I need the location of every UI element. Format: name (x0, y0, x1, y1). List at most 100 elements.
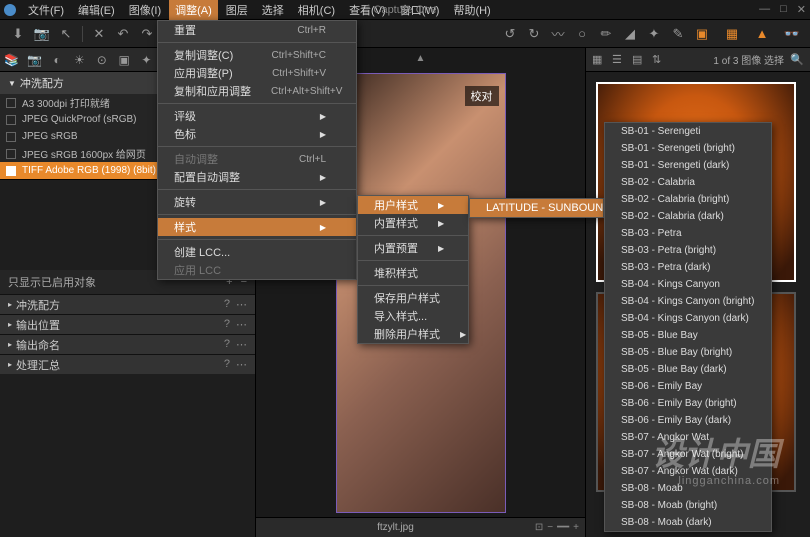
section-output-naming[interactable]: ▸输出命名?⋯ (0, 334, 255, 354)
cursor-icon[interactable]: ↖ (56, 24, 76, 44)
mi-style-preset[interactable]: SB-05 - Blue Bay (bright) (605, 344, 771, 361)
mi-style-preset[interactable]: SB-05 - Blue Bay (605, 327, 771, 344)
section-process-summary[interactable]: ▸处理汇总?⋯ (0, 354, 255, 374)
mi-style-preset[interactable]: SB-03 - Petra (605, 225, 771, 242)
zoom-in-icon[interactable]: + (573, 522, 579, 533)
mi-apply-adj[interactable]: 应用调整(P)Ctrl+Shift+V (158, 64, 356, 82)
viewer-footer: ftzylt.jpg ⊡ − ━━ + (256, 517, 585, 537)
zoom-out-icon[interactable]: − (547, 522, 553, 533)
app-logo-icon (4, 4, 16, 16)
view-list-icon[interactable]: ☰ (612, 53, 626, 67)
mi-create-lcc[interactable]: 创建 LCC... (158, 243, 356, 261)
section-recipe[interactable]: ▸冲洗配方?⋯ (0, 294, 255, 314)
mi-style-preset[interactable]: SB-05 - Blue Bay (dark) (605, 361, 771, 378)
alert-icon[interactable]: ▲ (752, 24, 772, 44)
mi-style-preset[interactable]: SB-06 - Emily Bay (dark) (605, 412, 771, 429)
tab-library-icon[interactable]: 📚 (4, 52, 19, 68)
tab-details-icon[interactable]: ✦ (139, 52, 153, 68)
close-button[interactable]: ✕ (797, 3, 806, 16)
grid-icon[interactable]: ▦ (722, 24, 742, 44)
tab-exposure-icon[interactable]: ☀ (72, 52, 86, 68)
minimize-button[interactable]: — (759, 3, 770, 16)
mi-style-preset[interactable]: SB-03 - Petra (bright) (605, 242, 771, 259)
brush-icon[interactable]: ✏ (596, 24, 616, 44)
focus-mask-icon[interactable]: 👓 (782, 24, 802, 44)
view-grid-icon[interactable]: ▦ (592, 53, 606, 67)
menu-file[interactable]: 文件(F) (22, 0, 70, 20)
tab-color-icon[interactable]: ◐ (50, 52, 64, 68)
proof-badge: 校对 (465, 86, 499, 106)
tab-crop-icon[interactable]: ▣ (117, 52, 131, 68)
rotate-left-icon[interactable]: ↺ (500, 24, 520, 44)
mi-delete-user-style[interactable]: 删除用户样式▶ (358, 325, 468, 343)
menu-adjust[interactable]: 调整(A) (169, 0, 218, 20)
up-arrow-icon[interactable]: ▲ (416, 53, 426, 64)
mi-style-preset[interactable]: SB-01 - Serengeti (605, 123, 771, 140)
menu-image[interactable]: 图像(I) (123, 0, 167, 20)
menu-camera[interactable]: 相机(C) (292, 0, 341, 20)
mi-style-preset[interactable]: SB-04 - Kings Canyon (bright) (605, 293, 771, 310)
rotate-right-icon[interactable]: ↻ (524, 24, 544, 44)
sort-icon[interactable]: ⇅ (652, 53, 666, 67)
image-counter: 1 of 3 图像 选择 (713, 52, 784, 67)
mi-style-preset[interactable]: SB-02 - Calabria (dark) (605, 208, 771, 225)
mi-import-style[interactable]: 导入样式... (358, 307, 468, 325)
mi-style-preset[interactable]: SB-01 - Serengeti (dark) (605, 157, 771, 174)
exposure-warning-icon[interactable]: ▣ (692, 24, 712, 44)
maximize-button[interactable]: □ (780, 3, 787, 16)
mi-style-preset[interactable]: SB-08 - Moab (605, 480, 771, 497)
section-output-location[interactable]: ▸输出位置?⋯ (0, 314, 255, 334)
mi-style-preset[interactable]: SB-03 - Petra (dark) (605, 259, 771, 276)
filter-label: 只显示已启用对象 (8, 274, 96, 290)
mi-style-preset[interactable]: SB-08 - Moab (bright) (605, 497, 771, 514)
mi-style-preset[interactable]: SB-02 - Calabria (605, 174, 771, 191)
tab-capture-icon[interactable]: 📷 (27, 52, 42, 68)
mi-builtin-presets[interactable]: 内置预置▶ (358, 239, 468, 257)
circle-icon[interactable]: ○ (572, 24, 592, 44)
mi-auto-adj: 自动调整Ctrl+L (158, 150, 356, 168)
mi-style-preset[interactable]: SB-07 - Angkor Wat (dark) (605, 463, 771, 480)
mi-style-preset[interactable]: SB-06 - Emily Bay (bright) (605, 395, 771, 412)
zoom-slider[interactable]: ━━ (557, 522, 569, 533)
mi-style-preset[interactable]: SB-07 - Angkor Wat (bright) (605, 446, 771, 463)
mi-save-user-style[interactable]: 保存用户样式 (358, 289, 468, 307)
mi-style-preset[interactable]: SB-01 - Serengeti (bright) (605, 140, 771, 157)
mi-config-auto[interactable]: 配置自动调整▶ (158, 168, 356, 186)
menu-edit[interactable]: 编辑(E) (72, 0, 121, 20)
path-icon[interactable]: 〰 (548, 24, 568, 44)
mi-color-label[interactable]: 色标▶ (158, 125, 356, 143)
capture-icon[interactable]: 📷 (32, 24, 52, 44)
mi-style-preset[interactable]: SB-04 - Kings Canyon (dark) (605, 310, 771, 327)
mi-rotate[interactable]: 旋转▶ (158, 193, 356, 211)
eyedropper-icon[interactable]: ✎ (668, 24, 688, 44)
mi-styles[interactable]: 样式▶ (158, 218, 356, 236)
mi-style-preset[interactable]: SB-07 - Angkor Wat (605, 429, 771, 446)
mi-stack-styles[interactable]: 堆积样式 (358, 264, 468, 282)
mi-rating[interactable]: 评级▶ (158, 107, 356, 125)
mi-style-preset[interactable]: SB-04 - Kings Canyon (605, 276, 771, 293)
heal-icon[interactable]: ✦ (644, 24, 664, 44)
filename-label: ftzylt.jpg (256, 522, 535, 533)
mi-reset[interactable]: 重置Ctrl+R (158, 21, 356, 39)
eraser-icon[interactable]: ◢ (620, 24, 640, 44)
mi-style-preset[interactable]: SB-02 - Calabria (bright) (605, 191, 771, 208)
mi-copy-adj[interactable]: 复制调整(C)Ctrl+Shift+C (158, 46, 356, 64)
undo-icon[interactable]: ↶ (113, 24, 133, 44)
app-title: Capture One (374, 4, 437, 16)
menu-select[interactable]: 选择 (256, 0, 290, 20)
zoom-fit-icon[interactable]: ⊡ (535, 522, 543, 533)
import-icon[interactable]: ⬇ (8, 24, 28, 44)
mi-builtin-styles[interactable]: 内置样式▶ (358, 214, 468, 232)
menu-help[interactable]: 帮助(H) (447, 0, 496, 20)
view-filmstrip-icon[interactable]: ▤ (632, 53, 646, 67)
search-icon[interactable]: 🔍 (790, 53, 804, 67)
menu-layer[interactable]: 图层 (220, 0, 254, 20)
mi-style-preset[interactable]: SB-06 - Emily Bay (605, 378, 771, 395)
tab-lens-icon[interactable]: ⊙ (95, 52, 109, 68)
mi-user-styles[interactable]: 用户样式▶ (358, 196, 468, 214)
mi-copy-apply[interactable]: 复制和应用调整Ctrl+Alt+Shift+V (158, 82, 356, 100)
mi-style-preset[interactable]: SB-08 - Moab (dark) (605, 514, 771, 531)
mi-latitude-sunbound[interactable]: LATITUDE - SUNBOUND▶ (470, 199, 603, 217)
reject-icon[interactable]: ✕ (89, 24, 109, 44)
redo-icon[interactable]: ↷ (137, 24, 157, 44)
